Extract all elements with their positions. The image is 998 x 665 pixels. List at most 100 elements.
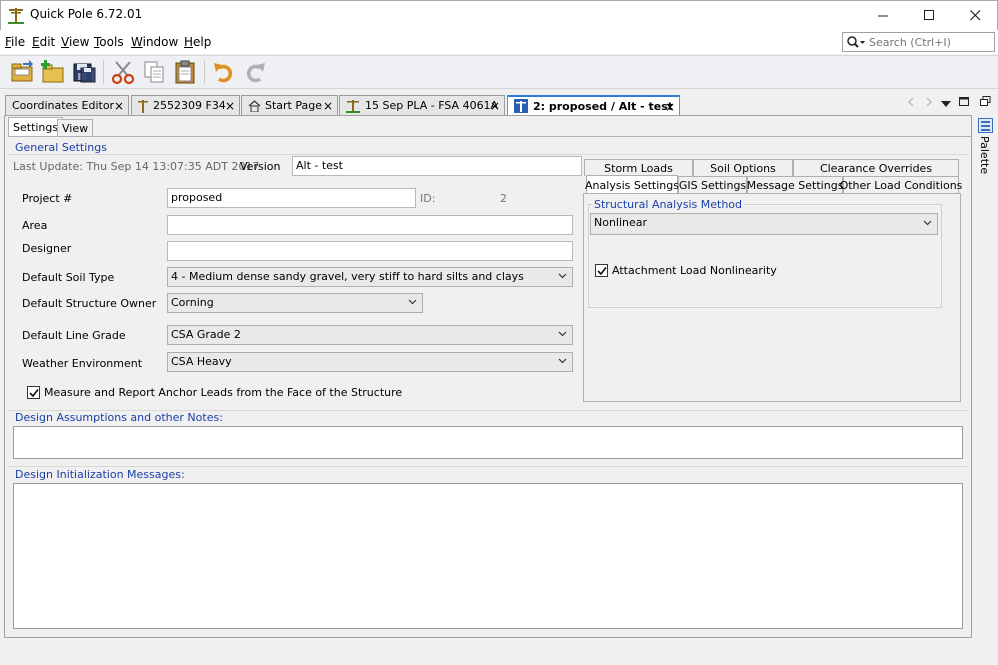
close-tab-icon[interactable]: ×	[225, 99, 235, 113]
project-label: Project #	[22, 192, 73, 205]
search-box[interactable]	[842, 32, 995, 52]
soil-type-label: Default Soil Type	[22, 271, 115, 284]
doc-tab-proposed-alt-test[interactable]: 2: proposed / Alt - test ×	[507, 95, 680, 115]
window-title: Quick Pole 6.72.01	[30, 7, 143, 21]
doc-tab-label: 2552309 F34	[153, 99, 226, 112]
structure-owner-label: Default Structure Owner	[22, 297, 157, 310]
menu-window[interactable]: Window	[131, 35, 178, 49]
close-tab-icon[interactable]: ×	[665, 100, 675, 114]
analysis-method-value: Nonlinear	[594, 216, 648, 229]
new-folder-icon[interactable]	[40, 59, 66, 85]
attachment-nonlinearity-label: Attachment Load Nonlinearity	[612, 264, 777, 277]
anchor-leads-checkbox[interactable]	[27, 386, 40, 399]
doc-tab-15-sep-pla[interactable]: 15 Sep PLA - FSA 4061A ×	[339, 95, 505, 115]
doc-tab-label: 2: proposed / Alt - test	[533, 99, 674, 113]
tab-clearance-overrides[interactable]: Clearance Overrides	[793, 159, 959, 176]
tab-list-dropdown-icon[interactable]	[941, 98, 952, 111]
home-icon	[248, 99, 261, 112]
area-label: Area	[22, 219, 48, 232]
last-update-text: Last Update: Thu Sep 14 13:07:35 ADT 201…	[13, 160, 260, 173]
menu-help[interactable]: Help	[184, 35, 211, 49]
area-field[interactable]	[167, 215, 573, 235]
check-icon	[29, 389, 39, 398]
copy-icon[interactable]	[141, 59, 167, 85]
close-tab-icon[interactable]: ×	[323, 99, 333, 113]
structure-owner-select[interactable]: Corning	[167, 293, 423, 313]
toolbar-separator	[103, 60, 104, 84]
messages-title: Design Initialization Messages:	[15, 468, 185, 481]
tab-soil-options[interactable]: Soil Options	[693, 159, 793, 176]
pole-icon	[514, 99, 528, 113]
app-pole-icon	[8, 6, 24, 24]
structure-owner-value: Corning	[171, 296, 214, 309]
undo-icon[interactable]	[211, 59, 237, 85]
save-icon[interactable]	[71, 59, 97, 85]
line-grade-select[interactable]: CSA Grade 2	[167, 325, 573, 345]
tab-storm-loads[interactable]: Storm Loads	[584, 159, 693, 176]
analysis-method-select[interactable]: Nonlinear	[590, 213, 938, 235]
toolbar-separator	[204, 60, 205, 84]
tab-analysis-settings[interactable]: Analysis Settings	[585, 175, 679, 194]
subtab-divider	[8, 136, 972, 137]
menu-file[interactable]: File	[5, 35, 25, 49]
doc-tab-2552309-f34[interactable]: 2552309 F34 ×	[131, 95, 240, 115]
close-tab-icon[interactable]: ×	[114, 99, 124, 113]
soil-type-select[interactable]: 4 - Medium dense sandy gravel, very stif…	[167, 267, 573, 287]
menu-edit[interactable]: Edit	[32, 35, 55, 49]
menu-view[interactable]: View	[61, 35, 89, 49]
check-icon	[597, 267, 607, 276]
weather-label: Weather Environment	[22, 357, 143, 370]
subtab-view[interactable]: View	[57, 119, 94, 136]
id-label: ID:	[420, 192, 436, 205]
close-tab-icon[interactable]: ×	[490, 99, 500, 113]
messages-textarea[interactable]	[13, 483, 963, 629]
pole-icon	[346, 99, 360, 113]
search-input[interactable]	[869, 35, 989, 49]
title-bar	[0, 0, 998, 30]
paste-icon[interactable]	[172, 59, 198, 85]
doc-tab-coordinates-editor[interactable]: Coordinates Editor ×	[5, 95, 129, 115]
weather-select[interactable]: CSA Heavy	[167, 352, 573, 372]
notes-title: Design Assumptions and other Notes:	[15, 411, 223, 424]
weather-value: CSA Heavy	[171, 355, 232, 368]
search-icon[interactable]	[846, 35, 866, 52]
doc-tab-label: Coordinates Editor	[12, 99, 115, 112]
tab-other-load-conditions[interactable]: Other Load Conditions	[840, 176, 962, 193]
tab-gis-settings[interactable]: GIS Settings	[678, 176, 747, 193]
pole-icon	[138, 99, 148, 113]
line-grade-value: CSA Grade 2	[171, 328, 241, 341]
cut-icon[interactable]	[110, 59, 136, 85]
chevron-down-icon	[558, 270, 567, 282]
anchor-leads-label: Measure and Report Anchor Leads from the…	[44, 386, 403, 399]
doc-tab-label: Start Page	[265, 99, 322, 112]
subtab-settings[interactable]: Settings	[8, 117, 64, 136]
open-folder-icon[interactable]	[9, 59, 35, 85]
chevron-down-icon	[923, 217, 932, 229]
section-divider	[8, 154, 968, 155]
chevron-down-icon	[408, 296, 417, 308]
scroll-tabs-left-icon[interactable]	[907, 97, 915, 110]
attachment-nonlinearity-checkbox[interactable]	[595, 264, 608, 277]
palette-icon[interactable]	[978, 118, 993, 136]
analysis-method-title: Structural Analysis Method	[592, 198, 745, 211]
restore-panel-icon[interactable]	[980, 96, 991, 110]
doc-tab-start-page[interactable]: Start Page ×	[241, 95, 338, 115]
notes-textarea[interactable]	[13, 426, 963, 459]
maximize-button[interactable]	[906, 0, 952, 30]
designer-field[interactable]	[167, 241, 573, 261]
redo-icon[interactable]	[242, 59, 268, 85]
line-grade-label: Default Line Grade	[22, 329, 126, 342]
tab-message-settings[interactable]: Message Settings	[747, 176, 843, 193]
scroll-tabs-right-icon[interactable]	[925, 97, 933, 110]
version-field[interactable]: Alt - test	[292, 156, 582, 176]
palette-label[interactable]: Palette	[978, 136, 991, 174]
chevron-down-icon	[558, 328, 567, 340]
menu-tools[interactable]: Tools	[94, 35, 124, 49]
id-value: 2	[500, 192, 507, 205]
minimize-button[interactable]	[860, 0, 906, 30]
project-field[interactable]: proposed	[167, 188, 416, 208]
maximize-panel-icon[interactable]	[959, 97, 970, 110]
doc-tab-label: 15 Sep PLA - FSA 4061A	[365, 99, 499, 112]
designer-label: Designer	[22, 242, 72, 255]
close-window-button[interactable]	[952, 0, 998, 30]
